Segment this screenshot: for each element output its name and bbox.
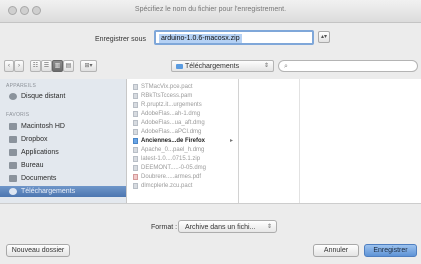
disc-icon (9, 93, 17, 100)
file-row[interactable]: AdobeFlas...ah-1.dmg (127, 110, 237, 118)
file-column: STMacVix.pce.pact RBkTtsTccess.pam R.pru… (127, 79, 239, 203)
cancel-button[interactable]: Annuler (313, 244, 359, 257)
location-label: Téléchargements (185, 63, 240, 70)
icon-view-icon: ☷ (32, 63, 39, 69)
file-name: STMacVix.pce.pact (141, 84, 193, 90)
sidebar-item-downloads[interactable]: Téléchargements (0, 186, 126, 197)
arrange-button[interactable]: ⊞▾ (80, 60, 97, 72)
chevron-up-down-icon: ⇕ (263, 63, 269, 69)
file-name: dlmcplerle.zcu.pact (141, 183, 193, 189)
file-name: latest-1.0....0715.1.zip (141, 156, 201, 162)
format-value: Archive dans un fichi... (185, 224, 256, 231)
sidebar-section-favorites: FAVORIS (6, 112, 30, 118)
sidebar-item-label: Documents (21, 175, 57, 182)
file-icon (133, 165, 138, 171)
file-row[interactable]: AdobeFlas...ua_aft.dmg (127, 119, 237, 127)
file-name: AdobeFlas...ua_aft.dmg (141, 120, 205, 126)
file-name: RBkTtsTccess.pam (141, 93, 193, 99)
folder-icon (133, 138, 138, 144)
file-name: DEEMONT.....-0-05.dmg (141, 165, 207, 171)
file-row[interactable]: RBkTtsTccess.pam (127, 92, 237, 100)
file-icon (133, 147, 138, 153)
hard-drive-icon (9, 123, 17, 130)
window-title: Spécifiez le nom du fichier pour l'enreg… (134, 6, 287, 13)
downloads-icon (9, 188, 17, 195)
sidebar-item-documents[interactable]: Documents (0, 173, 126, 184)
folder-row[interactable]: Anciennes...de Firefox ▸ (127, 137, 237, 145)
file-name: Anciennes...de Firefox (141, 138, 206, 144)
applications-icon (9, 149, 17, 156)
sidebar-item-label: Dropbox (21, 136, 48, 143)
expand-dialog-button[interactable]: ▴▾ (318, 31, 330, 43)
sidebar-item-label: Disque distant (21, 93, 66, 100)
sidebar-item-label: Bureau (21, 162, 44, 169)
chevron-up-down-icon: ▴▾ (320, 34, 328, 40)
column-divider[interactable] (299, 79, 300, 203)
save-as-label: Enregistrer sous (95, 36, 146, 43)
file-row[interactable]: DEEMONT.....-0-05.dmg (127, 164, 237, 172)
forward-arrow-icon: › (18, 63, 20, 69)
column-view-icon: ▥ (54, 63, 61, 69)
search-icon: ⌕ (284, 63, 288, 70)
sidebar: APPAREILS Disque distant FAVORIS Macinto… (0, 79, 127, 203)
dropbox-icon (9, 136, 17, 143)
file-icon (133, 156, 138, 162)
file-icon (133, 93, 138, 99)
chevron-right-icon: ▸ (229, 138, 233, 144)
title-bar: Spécifiez le nom du fichier pour l'enreg… (0, 0, 421, 23)
folder-icon (176, 64, 183, 69)
format-popup[interactable]: Archive dans un fichi... ⇕ (178, 220, 277, 233)
back-arrow-icon: ‹ (8, 63, 10, 69)
file-row[interactable]: latest-1.0....0715.1.zip (127, 155, 237, 163)
icon-view-button[interactable]: ☷ (30, 60, 41, 72)
file-icon (133, 111, 138, 117)
sidebar-item-macintosh-hd[interactable]: Macintosh HD (0, 121, 126, 132)
column-view-button[interactable]: ▥ (52, 60, 63, 72)
forward-button[interactable]: › (14, 60, 24, 72)
new-folder-button[interactable]: Nouveau dossier (6, 244, 70, 257)
location-popup[interactable]: Téléchargements ⇕ (171, 60, 274, 72)
list-view-icon: ☰ (43, 63, 50, 69)
documents-icon (9, 175, 17, 182)
save-dialog: Spécifiez le nom du fichier pour l'enreg… (0, 0, 421, 264)
file-row[interactable]: R.pruptz.it...urgements (127, 101, 237, 109)
file-name: R.pruptz.it...urgements (141, 102, 202, 108)
sidebar-item-label: Téléchargements (21, 188, 76, 195)
file-row[interactable]: AdobeFlas...aPCI.dmg (127, 128, 237, 136)
arrange-icon: ⊞▾ (84, 63, 93, 69)
sidebar-section-devices: APPAREILS (6, 83, 37, 89)
file-row[interactable]: STMacVix.pce.pact (127, 83, 237, 91)
file-name: AdobeFlas...aPCI.dmg (141, 129, 202, 135)
coverflow-view-icon: ▤ (65, 63, 72, 69)
file-icon (133, 183, 138, 189)
filename-text: arduino-1.0.6-macosx.zip (159, 34, 242, 43)
empty-column (239, 79, 421, 203)
chevron-up-down-icon: ⇕ (266, 224, 272, 230)
file-icon (133, 129, 138, 135)
file-icon (133, 174, 138, 180)
desktop-icon (9, 162, 17, 169)
save-button[interactable]: Enregistrer (364, 244, 417, 257)
file-icon (133, 120, 138, 126)
file-name: Doubrere.....armes.pdf (141, 174, 202, 180)
sidebar-item-label: Macintosh HD (21, 123, 65, 130)
file-icon (133, 84, 138, 90)
sidebar-item-remote-disc[interactable]: Disque distant (0, 91, 126, 102)
sidebar-item-dropbox[interactable]: Dropbox (0, 134, 126, 145)
file-name: AdobeFlas...ah-1.dmg (141, 111, 201, 117)
sidebar-item-applications[interactable]: Applications (0, 147, 126, 158)
format-label: Format : (151, 224, 178, 231)
coverflow-view-button[interactable]: ▤ (63, 60, 74, 72)
file-row[interactable]: dlmcplerle.zcu.pact (127, 182, 237, 190)
filename-field[interactable]: arduino-1.0.6-macosx.zip (154, 30, 314, 45)
back-button[interactable]: ‹ (4, 60, 14, 72)
list-view-button[interactable]: ☰ (41, 60, 52, 72)
sidebar-item-desktop[interactable]: Bureau (0, 160, 126, 171)
search-field[interactable]: ⌕ (278, 60, 418, 72)
file-icon (133, 102, 138, 108)
file-row[interactable]: Apache_0...pael_h.dmg (127, 146, 237, 154)
sidebar-item-label: Applications (21, 149, 59, 156)
file-row[interactable]: Doubrere.....armes.pdf (127, 173, 237, 181)
file-name: Apache_0...pael_h.dmg (141, 147, 205, 153)
